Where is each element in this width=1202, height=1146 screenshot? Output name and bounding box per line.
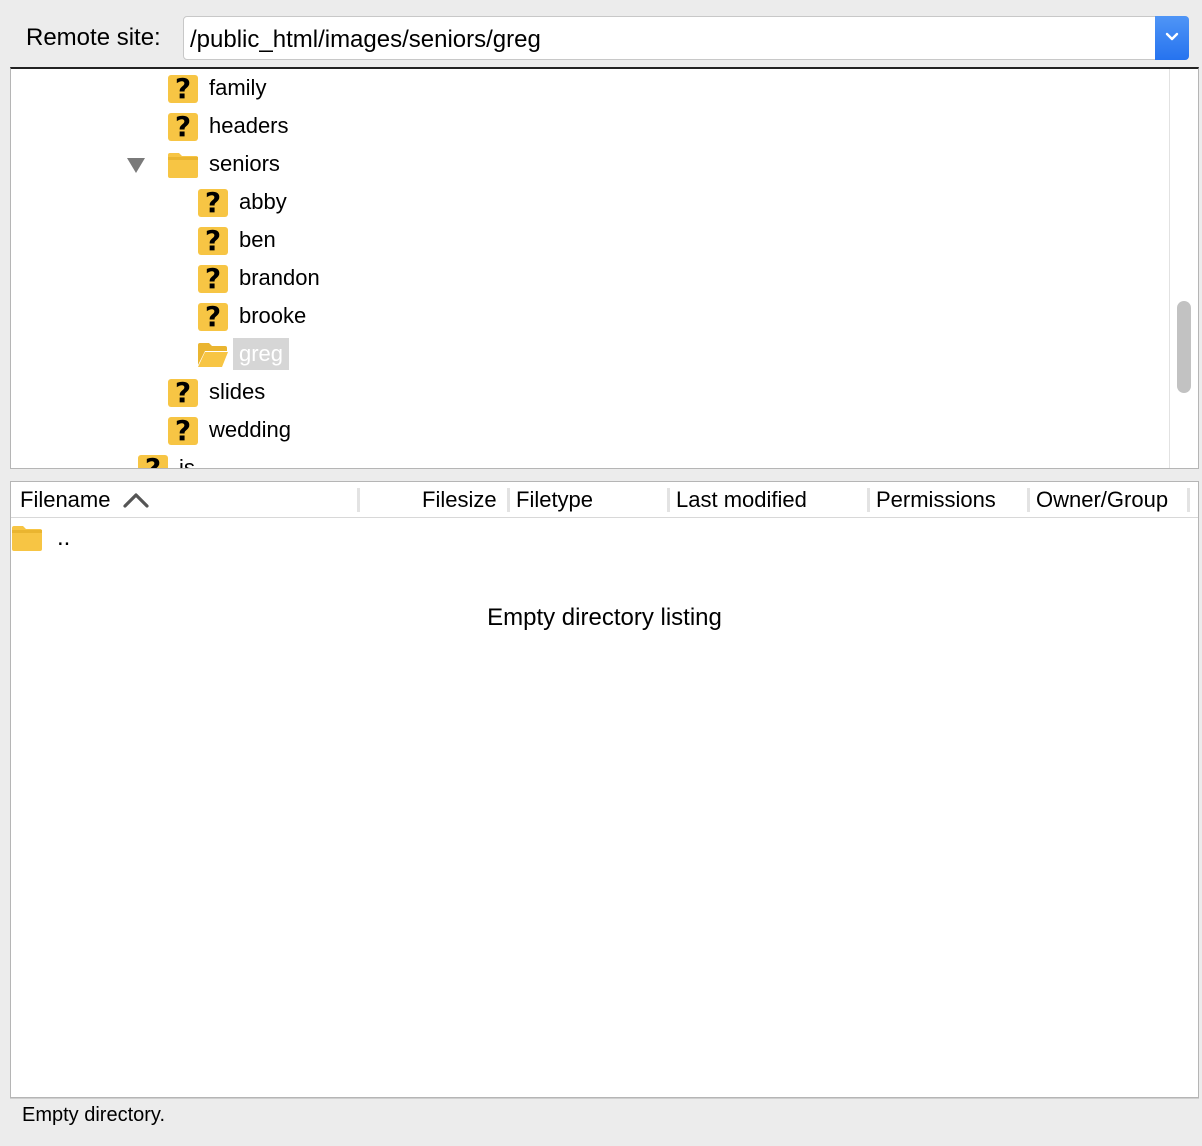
unknown-folder-icon: ? <box>167 110 199 142</box>
column-header-permissions[interactable]: Permissions <box>876 482 996 518</box>
svg-text:?: ? <box>145 452 161 469</box>
unknown-folder-icon: ? <box>167 376 199 408</box>
tree-item-seniors[interactable]: seniors <box>167 145 280 183</box>
tree-item-label: ben <box>239 227 276 252</box>
unknown-folder-icon: ? <box>197 262 229 294</box>
tree-item-abby[interactable]: ? abby <box>197 183 287 221</box>
file-list-header: Filename Filesize Filetype Last modified… <box>11 482 1198 518</box>
column-divider[interactable] <box>667 488 670 512</box>
path-dropdown-button[interactable] <box>1155 16 1189 60</box>
svg-text:?: ? <box>175 72 191 104</box>
remote-directory-tree[interactable]: ? family ? headers seniors ? abby ? ben … <box>10 67 1199 469</box>
remote-site-bar: Remote site: /public_html/images/seniors… <box>10 4 1200 66</box>
column-header-filesize[interactable]: Filesize <box>422 482 497 518</box>
tree-item-family[interactable]: ? family <box>167 69 266 107</box>
svg-text:?: ? <box>175 376 191 408</box>
remote-path-combobox[interactable]: /public_html/images/seniors/greg <box>183 16 1189 60</box>
open-folder-icon <box>197 338 229 370</box>
column-divider[interactable] <box>867 488 870 512</box>
column-label: Owner/Group <box>1036 487 1169 512</box>
tree-item-js[interactable]: ? js <box>137 449 195 469</box>
tree-scrollbar-track <box>1169 69 1170 468</box>
folder-icon <box>11 523 43 553</box>
sort-ascending-icon <box>123 493 150 508</box>
remote-site-label: Remote site: <box>26 24 161 51</box>
folder-icon <box>167 148 199 180</box>
tree-item-ben[interactable]: ? ben <box>197 221 276 259</box>
unknown-folder-icon: ? <box>197 186 229 218</box>
unknown-folder-icon: ? <box>167 72 199 104</box>
unknown-folder-icon: ? <box>197 300 229 332</box>
unknown-folder-icon: ? <box>137 452 169 469</box>
chevron-down-icon <box>1165 32 1179 41</box>
expanded-triangle-icon[interactable] <box>127 158 145 173</box>
svg-text:?: ? <box>205 262 221 294</box>
tree-item-label: brandon <box>239 265 320 290</box>
column-label: Permissions <box>876 487 996 512</box>
tree-item-label: seniors <box>209 151 280 176</box>
svg-text:?: ? <box>175 414 191 446</box>
empty-listing-message: Empty directory listing <box>487 604 722 631</box>
parent-directory-row[interactable]: .. <box>11 518 70 558</box>
column-header-filename[interactable]: Filename <box>20 482 150 518</box>
column-label: Filesize <box>422 487 497 512</box>
column-label: Filetype <box>516 487 594 512</box>
tree-item-label: wedding <box>209 417 291 442</box>
tree-item-label: family <box>209 75 267 100</box>
tree-item-label: brooke <box>239 303 307 328</box>
svg-text:?: ? <box>205 186 221 218</box>
svg-text:?: ? <box>175 110 191 142</box>
parent-directory-label: .. <box>57 524 71 551</box>
unknown-folder-icon: ? <box>197 224 229 256</box>
remote-path-input[interactable]: /public_html/images/seniors/greg <box>190 26 541 54</box>
column-divider[interactable] <box>507 488 510 512</box>
remote-file-list[interactable]: Filename Filesize Filetype Last modified… <box>10 481 1199 1098</box>
tree-item-label: js <box>179 455 195 469</box>
tree-item-wedding[interactable]: ? wedding <box>167 411 291 449</box>
svg-text:?: ? <box>205 224 221 256</box>
svg-text:?: ? <box>205 300 221 332</box>
column-header-owner-group[interactable]: Owner/Group <box>1036 482 1168 518</box>
status-text: Empty directory. <box>22 1104 165 1126</box>
tree-item-label: greg <box>233 338 290 370</box>
column-divider[interactable] <box>1027 488 1030 512</box>
tree-item-label: slides <box>209 379 266 404</box>
column-label: Filename <box>20 487 111 512</box>
column-divider[interactable] <box>357 488 360 512</box>
status-bar: Empty directory. <box>10 1098 1199 1132</box>
column-header-last-modified[interactable]: Last modified <box>676 482 807 518</box>
tree-item-brooke[interactable]: ? brooke <box>197 297 306 335</box>
tree-item-headers[interactable]: ? headers <box>167 107 289 145</box>
column-header-filetype[interactable]: Filetype <box>516 482 593 518</box>
tree-item-label: headers <box>209 113 289 138</box>
tree-item-slides[interactable]: ? slides <box>167 373 265 411</box>
tree-item-label: abby <box>239 189 287 214</box>
unknown-folder-icon: ? <box>167 414 199 446</box>
tree-item-brandon[interactable]: ? brandon <box>197 259 320 297</box>
column-label: Last modified <box>676 487 807 512</box>
tree-scrollbar-thumb[interactable] <box>1177 301 1191 393</box>
column-divider[interactable] <box>1187 488 1190 512</box>
tree-item-greg[interactable]: greg <box>197 335 290 373</box>
